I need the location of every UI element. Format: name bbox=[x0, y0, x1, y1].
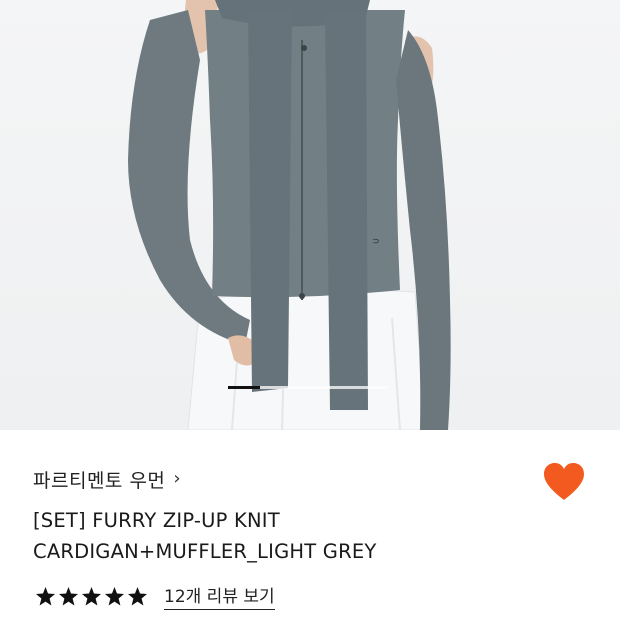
product-photo: ⊃ bbox=[128, 0, 451, 430]
chevron-right-icon: › bbox=[173, 468, 181, 489]
product-title-line-2: CARDIGAN+MUFFLER_LIGHT GREY bbox=[33, 540, 377, 563]
wishlist-heart-icon[interactable] bbox=[543, 462, 585, 502]
product-title-line-1: [SET] FURRY ZIP-UP KNIT bbox=[33, 509, 280, 532]
product-title: [SET] FURRY ZIP-UP KNIT CARDIGAN+MUFFLER… bbox=[33, 505, 513, 567]
star-icon bbox=[59, 586, 78, 605]
review-link[interactable]: 12개 리뷰 보기 bbox=[164, 582, 275, 610]
rating-row: 12개 리뷰 보기 bbox=[35, 582, 275, 610]
carousel-progress bbox=[228, 386, 388, 389]
brand-link[interactable]: 파르티멘토 우먼 › bbox=[33, 466, 181, 493]
star-icon bbox=[82, 586, 101, 605]
star-icon bbox=[128, 586, 147, 605]
product-image-carousel[interactable]: ⊃ bbox=[0, 0, 620, 430]
star-icon bbox=[36, 586, 55, 605]
star-icon bbox=[105, 586, 124, 605]
brand-name: 파르티멘토 우먼 bbox=[33, 470, 166, 492]
star-rating bbox=[35, 586, 148, 607]
carousel-progress-fill bbox=[228, 386, 260, 389]
product-info: 파르티멘토 우먼 › [SET] FURRY ZIP-UP KNIT CARDI… bbox=[0, 430, 620, 620]
svg-text:⊃: ⊃ bbox=[372, 237, 380, 247]
